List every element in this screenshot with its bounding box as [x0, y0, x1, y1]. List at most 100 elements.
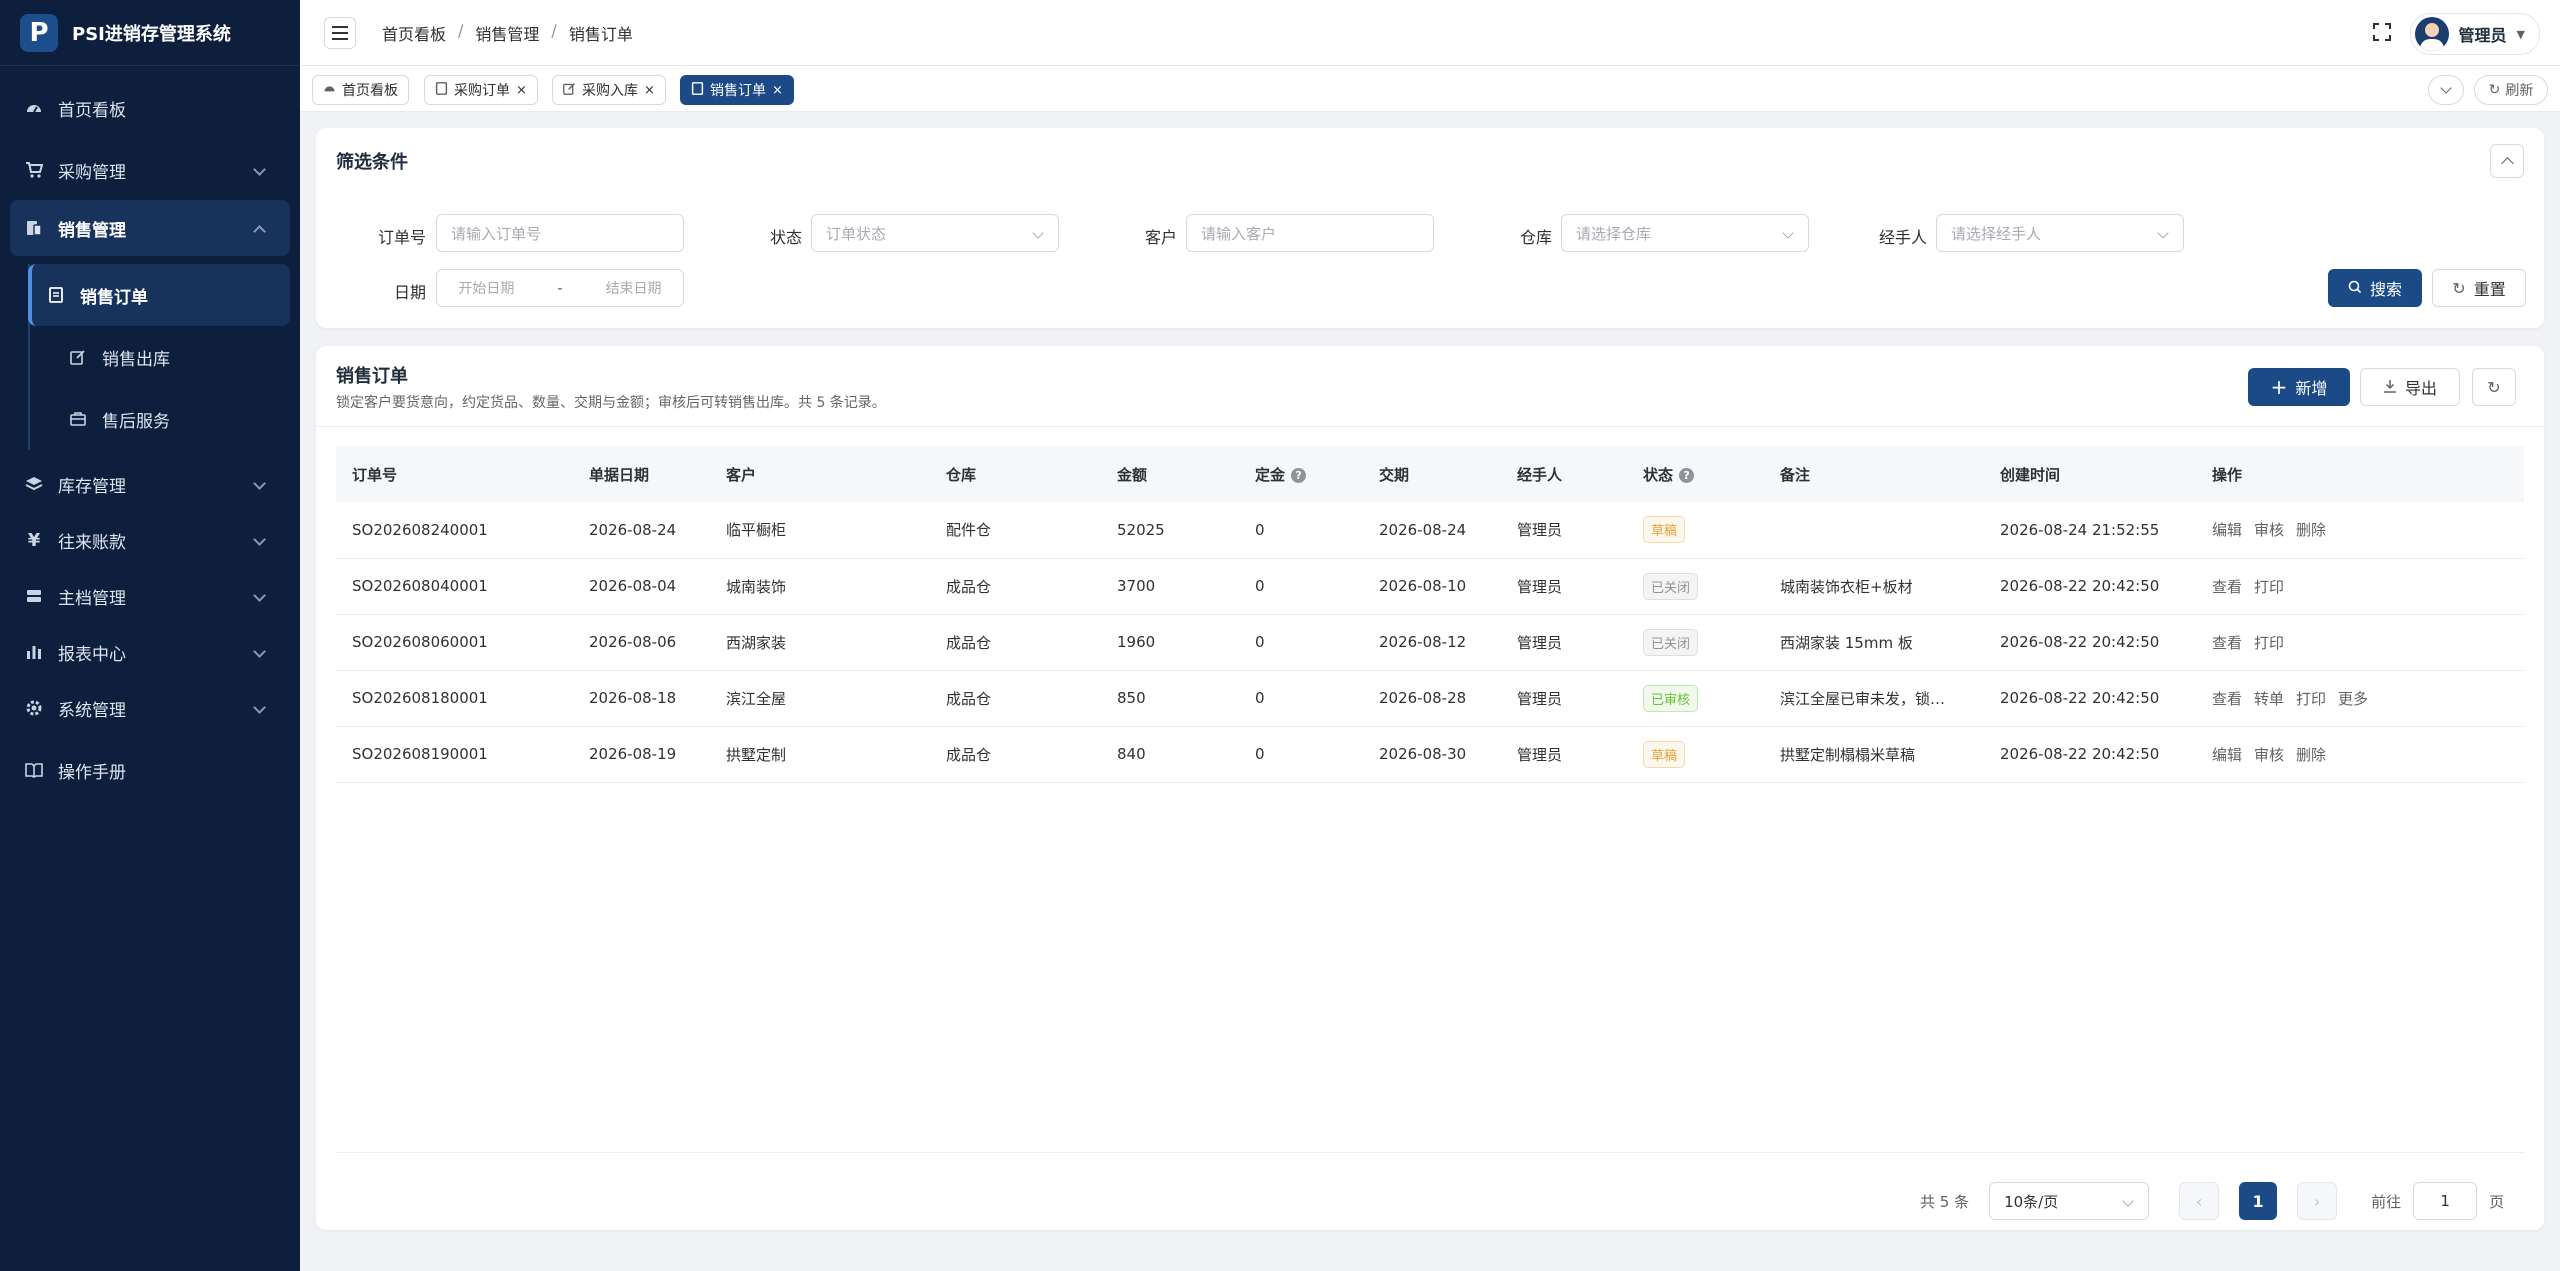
close-icon[interactable]: × [516, 83, 527, 98]
sidebar-item-accounts[interactable]: ¥ 往来账款 [0, 512, 300, 568]
tab-purchase-order[interactable]: 采购订单 × [424, 75, 538, 105]
tab-dashboard[interactable]: 首页看板 [312, 75, 409, 105]
sidebar-item-manual[interactable]: 操作手册 [0, 742, 300, 798]
table-description: 锁定客户要货意向，约定货品、数量、交期与金额；审核后可转销售出库。共 5 条记录… [336, 395, 886, 411]
column-header: 仓库 [930, 446, 1101, 502]
sidebar-item-sales-order[interactable]: 销售订单 [28, 264, 290, 326]
sidebar-item-label: 销售管理 [58, 220, 126, 241]
row-action-link[interactable]: 查看 [2212, 634, 2242, 652]
column-header: 客户 [710, 446, 930, 502]
cart-icon [24, 160, 44, 180]
sidebar-item-inventory[interactable]: 库存管理 [0, 456, 300, 512]
total-count: 共 5 条 [1920, 1192, 1970, 1211]
menu-toggle-icon[interactable] [324, 16, 356, 49]
sidebar-item-system[interactable]: 系统管理 [0, 680, 300, 736]
filter-title: 筛选条件 [336, 152, 408, 173]
collapse-button[interactable] [2490, 144, 2524, 178]
order-no-label: 订单号 [377, 228, 426, 247]
sidebar-item-label: 库存管理 [58, 476, 126, 497]
row-action-link[interactable]: 审核 [2254, 521, 2284, 539]
search-button[interactable]: 搜索 [2328, 269, 2422, 307]
cell-created: 2026-08-22 20:42:50 [1984, 558, 2196, 615]
row-action-link[interactable]: 审核 [2254, 746, 2284, 764]
gear-icon [24, 698, 44, 718]
cell-handler: 管理员 [1501, 558, 1627, 615]
fullscreen-icon[interactable] [2372, 22, 2392, 46]
row-action-link[interactable]: 编辑 [2212, 521, 2242, 539]
sidebar-item-sales-outbound[interactable]: 销售出库 [28, 326, 300, 388]
tabs-dropdown-button[interactable] [2428, 75, 2464, 105]
export-button[interactable]: 导出 [2360, 368, 2460, 406]
status-badge: 草稿 [1643, 740, 1686, 768]
row-action-link[interactable]: 更多 [2338, 690, 2368, 708]
reset-button[interactable]: ↻ 重置 [2432, 269, 2526, 307]
breadcrumb-item[interactable]: 首页看板 [382, 21, 446, 45]
cell-actions: 编辑 审核 删除 [2196, 502, 2524, 559]
next-page-button[interactable]: › [2297, 1182, 2338, 1220]
cell-customer: 拱墅定制 [710, 726, 930, 783]
column-header: 金额 [1101, 446, 1239, 502]
goto-label: 前往 [2371, 1192, 2402, 1211]
refresh-icon: ↻ [2488, 82, 2501, 98]
sidebar-item-master-data[interactable]: 主档管理 [0, 568, 300, 624]
table-row: SO202608180001 2026-08-18 滨江全屋 成品仓 850 0 2026-… [336, 670, 2524, 727]
cell-deposit: 0 [1239, 670, 1363, 727]
row-action-link[interactable]: 编辑 [2212, 746, 2242, 764]
goto-page-input[interactable]: 1 [2413, 1182, 2478, 1220]
date-end-input[interactable]: 结束日期 [606, 278, 662, 298]
status-select[interactable]: 订单状态 [811, 214, 1059, 252]
sidebar-item-label: 销售订单 [80, 287, 148, 308]
close-icon[interactable]: × [644, 83, 655, 98]
column-header: 操作 [2196, 446, 2524, 502]
warehouse-select[interactable]: 请选择仓库 [1561, 214, 1809, 252]
row-action-link[interactable]: 打印 [2296, 690, 2326, 708]
refresh-button[interactable]: ↻ 刷新 [2474, 75, 2548, 105]
sidebar-item-label: 首页看板 [58, 100, 126, 121]
cell-no: SO202608240001 [336, 502, 573, 559]
breadcrumb-item[interactable]: 销售管理 [475, 21, 539, 45]
cell-actions: 查看 打印 [2196, 558, 2524, 615]
tab-purchase-inbound[interactable]: 采购入库 × [552, 75, 666, 105]
app-logo[interactable]: P PSI进销存管理系统 [0, 0, 300, 66]
cell-created: 2026-08-22 20:42:50 [1984, 614, 2196, 671]
sidebar-item-reports[interactable]: 报表中心 [0, 624, 300, 680]
row-action-link[interactable]: 打印 [2254, 578, 2284, 596]
row-action-link[interactable]: 打印 [2254, 634, 2284, 652]
sidebar-item-label: 系统管理 [58, 700, 126, 721]
cell-handler: 管理员 [1501, 670, 1627, 727]
user-menu[interactable]: 管理员 ▼ [2409, 13, 2540, 55]
date-start-input[interactable]: 开始日期 [458, 278, 514, 298]
close-icon[interactable]: × [772, 83, 783, 98]
cell-no: SO202608180001 [336, 670, 573, 727]
page-size-select[interactable]: 10条/页 [1989, 1182, 2150, 1220]
date-range-picker[interactable]: 开始日期 - 结束日期 [436, 269, 684, 307]
cell-amount: 850 [1101, 670, 1239, 727]
page-number-current[interactable]: 1 [2239, 1182, 2278, 1220]
row-action-link[interactable]: 转单 [2254, 690, 2284, 708]
prev-page-button[interactable]: ‹ [2179, 1182, 2220, 1220]
cell-no: SO202608060001 [336, 614, 573, 671]
cell-amount: 52025 [1101, 502, 1239, 559]
order-no-input[interactable]: 请输入订单号 [436, 214, 684, 252]
sidebar-item-purchase[interactable]: 采购管理 [0, 142, 300, 198]
sidebar-item-label: 销售出库 [102, 349, 170, 370]
logo-icon: P [20, 13, 58, 52]
row-action-link[interactable]: 查看 [2212, 578, 2242, 596]
row-action-link[interactable]: 删除 [2296, 746, 2326, 764]
add-button[interactable]: + 新增 [2248, 368, 2350, 406]
cell-due: 2026-08-28 [1363, 670, 1501, 727]
help-icon[interactable]: ? [1679, 467, 1695, 483]
tab-sales-order[interactable]: 销售订单 × [680, 75, 794, 105]
sidebar-item-sales[interactable]: 销售管理 [10, 200, 290, 256]
row-action-link[interactable]: 查看 [2212, 690, 2242, 708]
cell-due: 2026-08-30 [1363, 726, 1501, 783]
sidebar-item-dashboard[interactable]: 首页看板 [0, 80, 300, 136]
breadcrumb: 首页看板 / 销售管理 / 销售订单 [382, 20, 633, 45]
reload-button[interactable]: ↻ [2472, 368, 2516, 406]
help-icon[interactable]: ? [1291, 467, 1307, 483]
customer-input[interactable]: 请输入客户 [1186, 214, 1434, 252]
sidebar-item-label: 报表中心 [58, 644, 126, 665]
handler-select[interactable]: 请选择经手人 [1936, 214, 2184, 252]
sidebar-item-after-sales[interactable]: 售后服务 [28, 388, 300, 450]
row-action-link[interactable]: 删除 [2296, 521, 2326, 539]
